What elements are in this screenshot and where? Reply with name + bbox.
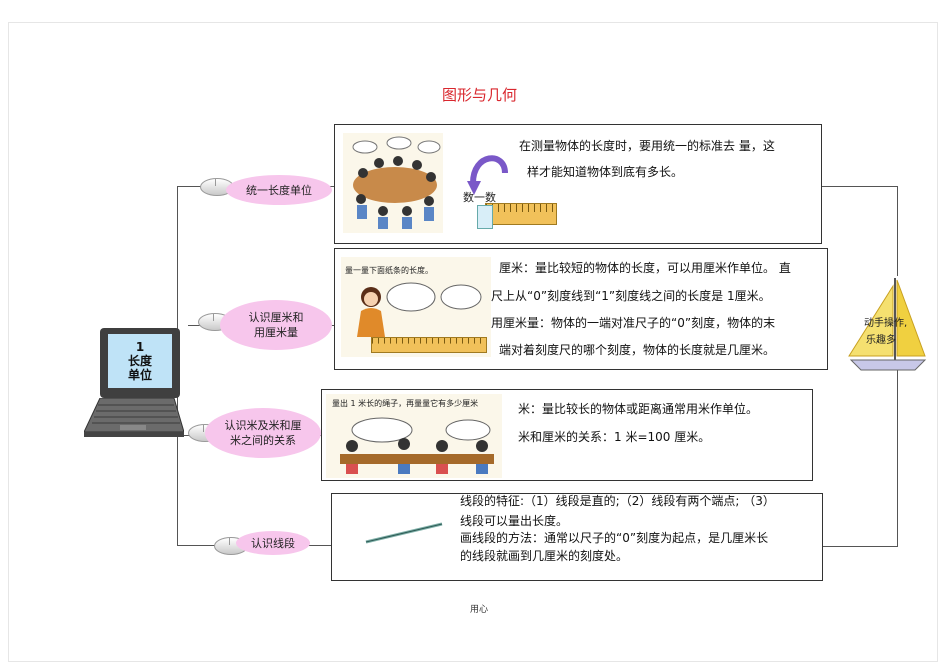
ruler-icon-2 [371,337,487,353]
branch-box-2: 量一量下面纸条的长度。 厘米：量比较短的物体的长度，可以用厘米作单位。 直 尺上… [334,248,828,370]
laptop-icon: 1 长度 单位 [100,328,180,398]
branch-label-4: 认识线段 [236,531,310,555]
page: 图形与几何 1 长度 单位 统一长度单位 认识厘米和 用厘米量 认识米及米和厘 [0,0,945,669]
box1-line2: 样才能知道物体到底有多长。 [527,165,684,179]
box3-line2: 米和厘米的关系：1 米=100 厘米。 [518,430,711,444]
box3-line1: 米：量比较长的物体或距离通常用米作单位。 [518,402,759,416]
laptop-screen: 1 长度 单位 [108,334,172,388]
branch-box-4: 线段的特征:（1）线段是直的;（2）线段有两个端点; （3） 线段可以量出长度。… [331,493,823,581]
children-measuring-icon [340,417,494,474]
right-connector-4 [823,546,898,547]
line-segment-icon [365,522,443,544]
box4-line1: 线段的特征:（1）线段是直的;（2）线段有两个端点; （3） [460,494,775,508]
page-title: 图形与几何 [442,86,518,104]
picture-caption-3: 量出 1 米长的绳子，再量量它有多少厘米 [332,399,479,408]
laptop-keyboard-icon [84,398,184,437]
branch-box-1: 数一数 在测量物体的长度时，要用统一的标准去 量，这 样才能知道物体到底有多长。 [334,124,822,244]
measuring-rope-illustration: 量出 1 米长的绳子，再量量它有多少厘米 [326,394,502,478]
branch-label-3: 认识米及米和厘 米之间的关系 [205,408,321,458]
footer-text: 用心 [470,605,489,615]
center-line1: 长度 [127,354,152,368]
box4-line4: 的线段就画到几厘米的刻度处。 [460,549,629,563]
sailboat-line2: 乐趣多 [866,335,896,346]
branch-label-1: 统一长度单位 [226,175,332,205]
right-connector-3 [897,370,898,546]
students-table-icon [352,136,441,229]
branch-label-2: 认识厘米和 用厘米量 [220,300,332,350]
box2-line3: 用厘米量：物体的一端对准尺子的“0”刻度，物体的末 [491,316,776,330]
box1-line1: 在测量物体的长度时，要用统一的标准去 量，这 [519,139,775,153]
box4-line3: 画线段的方法：通常以尺子的“0”刻度为起点，是几厘米长 [460,531,769,545]
right-connector-1 [821,186,897,187]
classroom-illustration [343,133,443,233]
center-number: 1 [135,340,145,354]
center-line2: 单位 [127,368,152,382]
picture-caption-2: 量一量下面纸条的长度。 [345,266,433,275]
right-connector-2 [897,186,898,276]
teacher-icon [357,282,482,337]
branch-box-3: 量出 1 米长的绳子，再量量它有多少厘米 米：量比较长的物体或距离通常用米作单位… [321,389,813,481]
teacher-illustration: 量一量下面纸条的长度。 [341,257,491,357]
box2-line4: 端对着刻度尺的哪个刻度，物体的长度就是几厘米。 [499,343,776,357]
ruler-icon-1 [485,203,557,225]
sailboat-line1: 动手操作, [864,318,908,329]
box2-line1: 厘米：量比较短的物体的长度，可以用厘米作单位。 直 [499,261,791,275]
box2-line2: 尺上从“0”刻度线到“1”刻度线之间的长度是 1厘米。 [491,289,771,303]
cup-icon [477,205,493,229]
